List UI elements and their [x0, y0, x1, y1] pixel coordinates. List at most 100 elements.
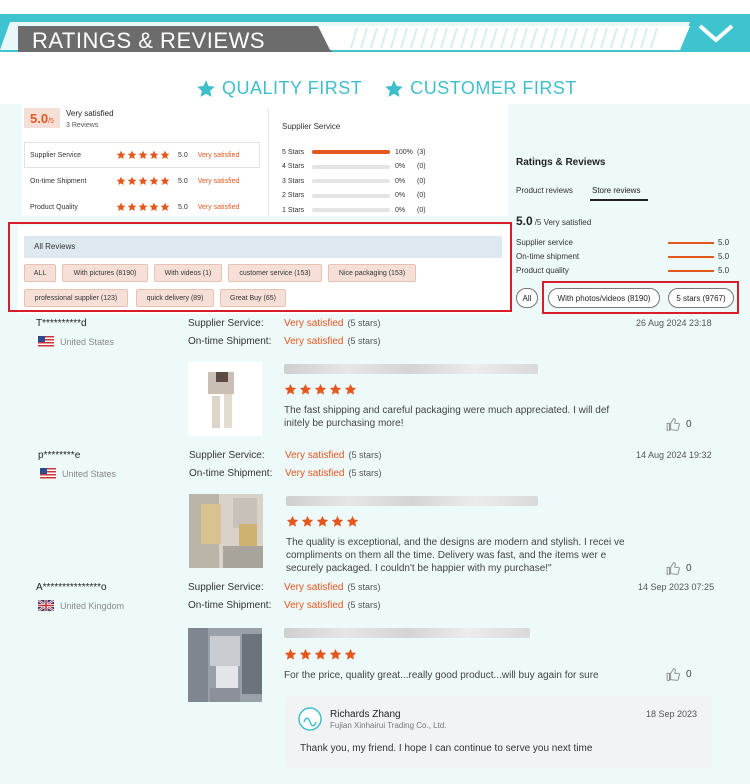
- like-button[interactable]: 0: [666, 418, 692, 431]
- review-rating-stars: [284, 383, 357, 396]
- star-icon: [314, 648, 327, 661]
- reviewer-name: A***************o: [36, 582, 107, 593]
- shipment-label: On-time Shipment:: [188, 336, 272, 347]
- review-text: For the price, quality great...really go…: [284, 670, 599, 681]
- metric-label: On-time Shipment: [30, 177, 87, 185]
- tab-active-indicator: [590, 199, 648, 201]
- service-label: Supplier Service:: [188, 582, 264, 593]
- summary-score-suffix: /5: [48, 118, 54, 125]
- review-photo[interactable]: [189, 494, 263, 568]
- service-stars: (5 stars): [347, 318, 381, 328]
- distribution-label: 1 Stars: [282, 206, 305, 214]
- star-icon: [286, 515, 299, 528]
- star-icon: [196, 79, 216, 99]
- seller-avatar-icon: [298, 707, 322, 731]
- star-icon: [149, 176, 159, 186]
- service-label: Supplier Service:: [188, 318, 264, 329]
- distribution-title: Supplier Service: [282, 122, 341, 131]
- star-icon: [138, 176, 148, 186]
- distribution-row: 2 Stars 0% (0): [282, 189, 452, 204]
- distribution-label: 5 Stars: [282, 148, 305, 156]
- shipment-label: On-time Shipment:: [189, 468, 273, 479]
- summary-metric-row: On-time Shipment 5.0 Very satisfied: [30, 176, 260, 186]
- star-icon: [160, 150, 170, 160]
- country-name: United Kingdom: [60, 600, 125, 611]
- summary-metric-row: Product Quality 5.0 Very satisfied: [30, 202, 260, 212]
- like-count: 0: [686, 563, 692, 574]
- distribution-bar: [312, 208, 390, 213]
- blurred-product-title: [284, 628, 530, 638]
- review-date: 14 Aug 2024 19:32: [636, 450, 712, 460]
- reviewer-name: T**********d: [36, 318, 87, 329]
- tab-product-reviews[interactable]: Product reviews: [516, 186, 573, 195]
- like-button[interactable]: 0: [666, 562, 692, 575]
- metric-score: 5.0: [178, 203, 188, 211]
- reviewer-country: United States: [40, 468, 116, 479]
- distribution-pct: 100%: [395, 148, 413, 156]
- review-shipment: On-time Shipment: Very satisfied (5 star…: [188, 336, 381, 347]
- star-icon: [284, 648, 297, 661]
- side-title: Ratings & Reviews: [516, 157, 606, 168]
- shipment-value: Very satisfied: [284, 600, 344, 611]
- star-icon: [344, 383, 357, 396]
- summary-score-badge: 5.0 /5: [24, 108, 60, 128]
- star-icon: [316, 515, 329, 528]
- thumbs-up-icon: [666, 418, 680, 431]
- like-button[interactable]: 0: [666, 668, 692, 681]
- star-icon: [116, 150, 126, 160]
- distribution-label: 4 Stars: [282, 163, 305, 171]
- distribution-pct: 0%: [395, 192, 406, 200]
- side-metric-row: Product quality 5.0: [516, 266, 736, 275]
- summary-satisfaction: Very satisfied: [66, 109, 114, 118]
- review-photo[interactable]: [188, 628, 262, 702]
- thumbs-up-icon: [666, 668, 680, 681]
- blurred-product-title: [284, 364, 538, 374]
- uk-flag-icon: [38, 600, 54, 611]
- metric-status: Very satisfied: [197, 151, 240, 159]
- country-name: United States: [62, 468, 117, 479]
- service-label: Supplier Service:: [189, 450, 265, 461]
- metric-status: Very satisfied: [197, 177, 240, 185]
- like-count: 0: [686, 669, 692, 680]
- highlight-box: [542, 281, 739, 314]
- side-metric-row: Supplier service 5.0: [516, 238, 736, 247]
- star-icon: [138, 150, 148, 160]
- reviewer-country: United States: [38, 336, 114, 347]
- review-date: 26 Aug 2024 23:18: [636, 318, 712, 328]
- us-flag-icon: [38, 336, 54, 347]
- side-filter-all[interactable]: All: [516, 288, 538, 308]
- banner-title: RATINGS & REVIEWS: [32, 28, 266, 53]
- star-icon: [346, 515, 359, 528]
- distribution-row: 4 Stars 0% (0): [282, 160, 452, 175]
- distribution-row: 1 Stars 0% (0): [282, 203, 452, 218]
- service-stars: (5 stars): [347, 582, 381, 592]
- star-icon: [314, 383, 327, 396]
- star-icon: [160, 202, 170, 212]
- blurred-product-title: [286, 496, 538, 506]
- review-date: 14 Sep 2023 07:25: [638, 582, 715, 592]
- distribution-bar: [312, 150, 390, 155]
- tab-store-reviews[interactable]: Store reviews: [592, 186, 640, 195]
- shipment-label: On-time Shipment:: [188, 600, 272, 611]
- side-metric-label: On-time shipment: [516, 252, 580, 261]
- star-icon: [149, 202, 159, 212]
- star-icon: [127, 150, 137, 160]
- seller-name: Richards Zhang: [330, 709, 401, 720]
- review-text: The fast shipping and careful packaging …: [284, 405, 610, 429]
- distribution-row: 3 Stars 0% (0): [282, 174, 452, 189]
- thumbs-up-icon: [666, 562, 680, 575]
- review-shipment: On-time Shipment: Very satisfied (5 star…: [188, 600, 381, 611]
- side-metric-label: Product quality: [516, 266, 569, 275]
- seller-reply: [286, 696, 712, 768]
- distribution-list: 5 Stars 100% (3) 4 Stars 0% (0) 3 Stars …: [282, 145, 452, 218]
- distribution-count: (0): [417, 163, 426, 171]
- distribution-bar: [312, 179, 390, 184]
- review-photo[interactable]: [188, 362, 262, 436]
- star-icon: [138, 202, 148, 212]
- service-value: Very satisfied: [284, 318, 344, 329]
- distribution-pct: 0%: [395, 206, 406, 214]
- star-icon: [384, 79, 404, 99]
- distribution-bar-fill: [312, 150, 390, 155]
- side-score: 5.0 /5 Very satisfied: [516, 214, 591, 228]
- slogan: QUALITY FIRST CUSTOMER FIRST: [196, 78, 577, 99]
